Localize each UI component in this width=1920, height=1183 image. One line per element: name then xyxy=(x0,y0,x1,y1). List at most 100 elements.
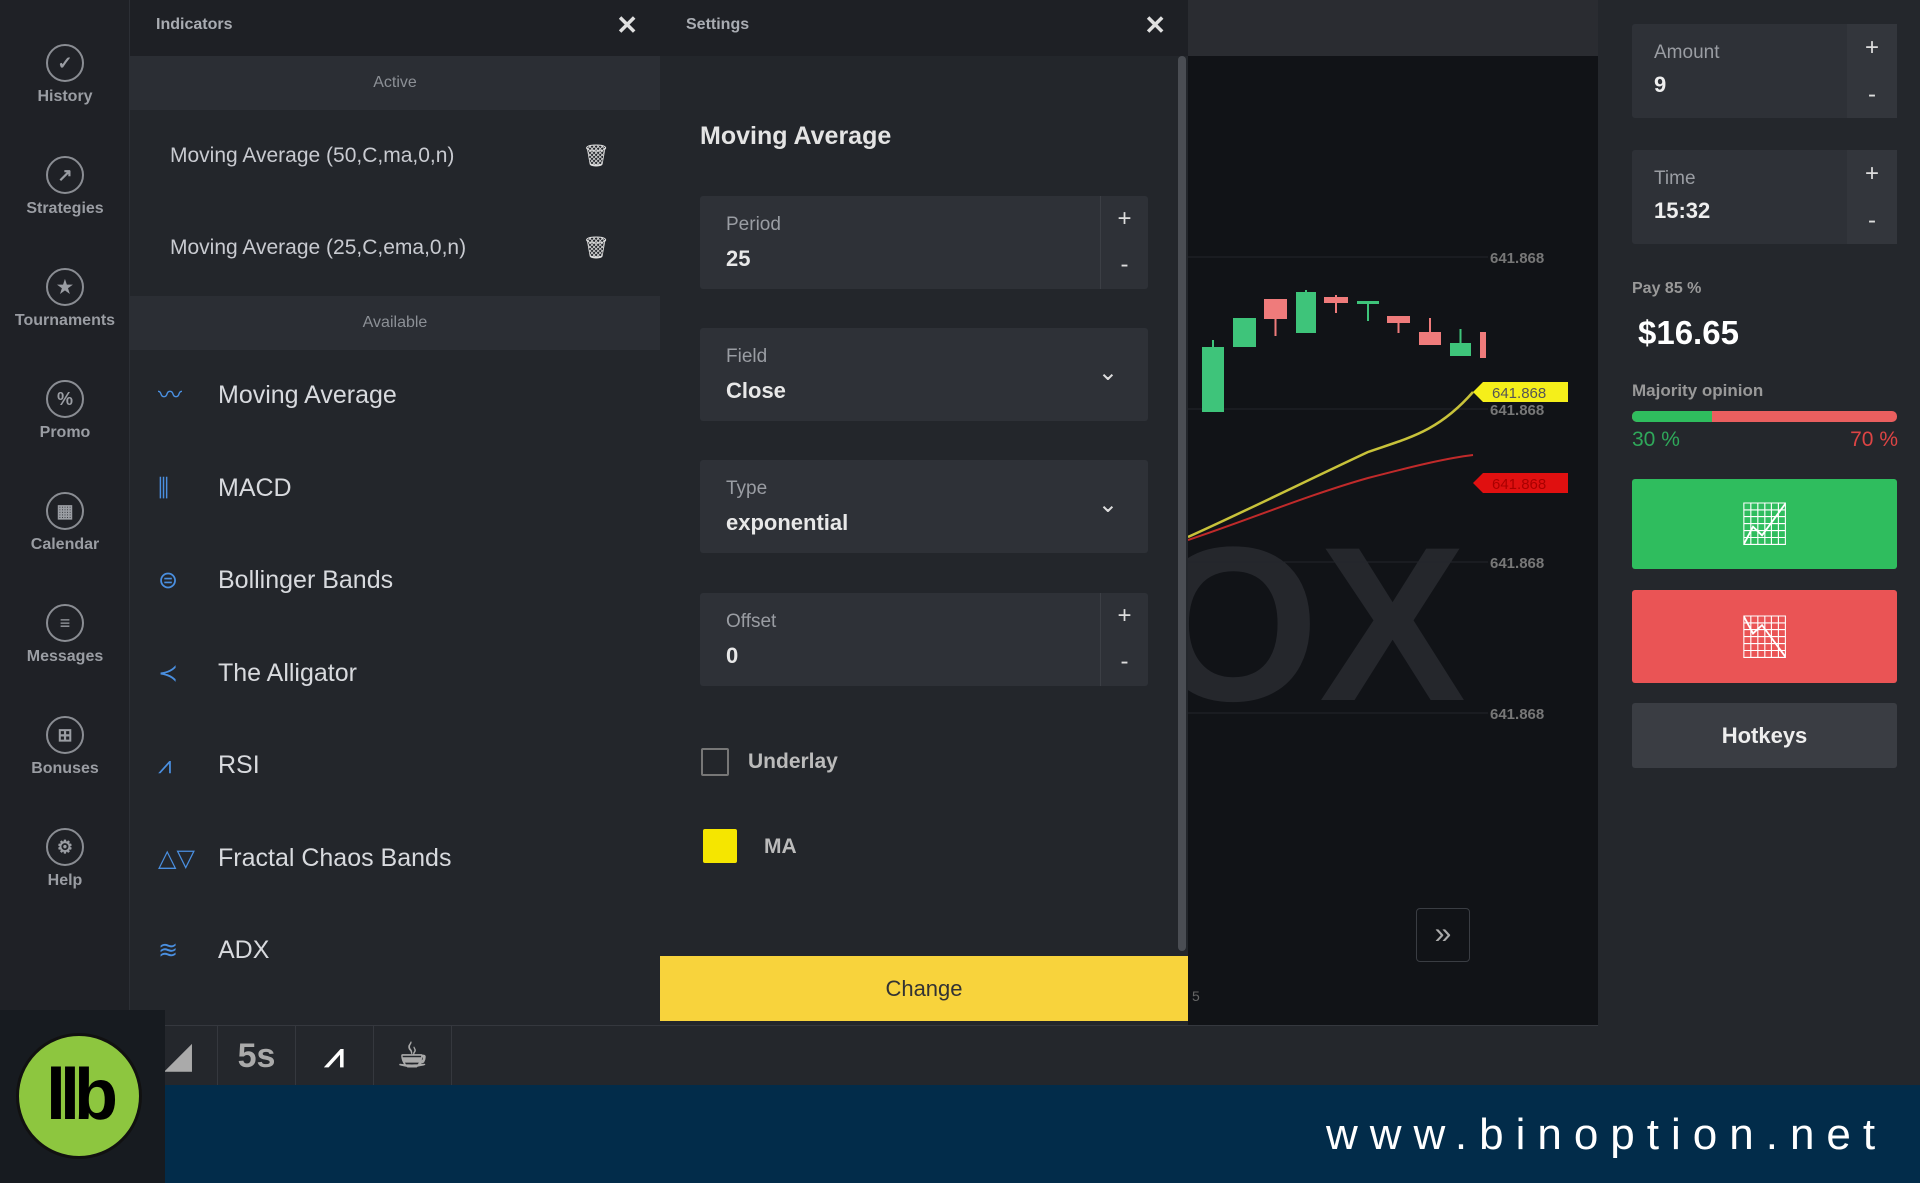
candle-body xyxy=(1387,316,1410,323)
sidebar-item-promo[interactable]: % Promo xyxy=(0,380,130,480)
amount-value[interactable]: 9 xyxy=(1654,72,1666,98)
time-value[interactable]: 15:32 xyxy=(1654,198,1710,224)
plus-button[interactable]: + xyxy=(1101,593,1148,639)
gift-icon: ⊞ xyxy=(46,716,84,754)
available-indicator-label: Bollinger Bands xyxy=(218,566,394,594)
indicators-button[interactable]: ⩘ xyxy=(296,1026,374,1086)
majority-down-text: 70 % xyxy=(1850,428,1898,451)
sidebar-item-messages[interactable]: ≡ Messages xyxy=(0,604,130,704)
trophy-icon: ★ xyxy=(46,268,84,306)
offset-label: Offset xyxy=(726,611,777,632)
plus-button[interactable]: + xyxy=(1847,24,1897,71)
trade-panel: Amount 9 + - Time 15:32 + - Pay 85 % $16.6… xyxy=(1598,0,1920,1085)
available-indicator[interactable]: ≺ The Alligator xyxy=(158,648,357,698)
majority-label: Majority opinion xyxy=(1632,381,1764,400)
drawings-button[interactable]: ☕︎ xyxy=(374,1026,452,1086)
price-chart[interactable]: OX 641.868 641.868 641.868 641.868 641.868 641… xyxy=(1188,0,1598,1025)
sidebar-item-label: Strategies xyxy=(26,200,104,217)
ma-color-swatch[interactable] xyxy=(703,829,737,863)
sidebar-item-tournaments[interactable]: ★ Tournaments xyxy=(0,268,130,368)
time-axis-label: 5 xyxy=(1192,988,1200,1004)
active-indicator-label: Moving Average (25,C,ema,0,n) xyxy=(170,236,467,259)
help-icon: ⚙ xyxy=(46,828,84,866)
put-down-button[interactable]: 📉︎ xyxy=(1632,590,1897,683)
offset-stepper[interactable]: Offset 0 + - xyxy=(700,593,1148,686)
available-indicator[interactable]: 〰 Moving Average xyxy=(158,370,397,420)
type-select[interactable]: Type exponential ⌄ xyxy=(700,460,1148,553)
indicators-title: Indicators xyxy=(156,16,233,33)
type-value: exponential xyxy=(726,510,849,535)
period-controls: + - xyxy=(1100,196,1148,289)
candle-body xyxy=(1264,299,1287,319)
period-stepper[interactable]: Period 25 + - xyxy=(700,196,1148,289)
sidebar-item-bonuses[interactable]: ⊞ Bonuses xyxy=(0,716,130,816)
calendar-icon: ▦ xyxy=(46,492,84,530)
logo-area: llb xyxy=(0,1010,165,1183)
plus-button[interactable]: + xyxy=(1101,196,1148,242)
indicator-icon: ≋ xyxy=(158,937,179,964)
active-indicator-label: Moving Average (50,C,ma,0,n) xyxy=(170,144,455,167)
trash-icon[interactable]: 🗑︎ xyxy=(582,228,610,268)
amount-controls: + - xyxy=(1847,24,1897,118)
time-label: Time xyxy=(1654,168,1696,189)
amount-stepper[interactable]: Amount 9 + - xyxy=(1632,24,1897,118)
available-indicator-label: RSI xyxy=(218,751,260,779)
sidebar-item-history[interactable]: ✓ History xyxy=(0,44,130,144)
active-indicator[interactable]: Moving Average (50,C,ma,0,n) 🗑︎ xyxy=(170,136,620,176)
available-indicator[interactable]: ≋ ADX xyxy=(158,925,269,975)
candle-body xyxy=(1296,292,1316,333)
available-indicator[interactable]: ⫼ MACD xyxy=(158,463,292,513)
active-indicator[interactable]: Moving Average (25,C,ema,0,n) 🗑︎ xyxy=(170,228,620,268)
minus-button[interactable]: - xyxy=(1101,639,1148,685)
amount-label: Amount xyxy=(1654,42,1720,63)
line-chart-icon: ⩘ xyxy=(324,1037,345,1075)
scroll-forward-button[interactable]: » xyxy=(1416,908,1470,962)
period-value[interactable]: 25 xyxy=(726,246,750,272)
field-select[interactable]: Field Close ⌄ xyxy=(700,328,1148,421)
price-axis-label: 641.868 xyxy=(1490,555,1544,572)
candle-body xyxy=(1202,347,1224,412)
trash-icon[interactable]: 🗑︎ xyxy=(582,136,610,176)
candle-body xyxy=(1480,332,1486,358)
sidebar-item-calendar[interactable]: ▦ Calendar xyxy=(0,492,130,592)
offset-value[interactable]: 0 xyxy=(726,643,738,669)
sidebar-item-label: Bonuses xyxy=(31,760,99,777)
chart-up-icon: 📈︎ xyxy=(1737,500,1792,547)
majority-up-text: 30 % xyxy=(1632,428,1680,451)
active-section-header: Active xyxy=(130,56,660,110)
available-indicator[interactable]: ⊜ Bollinger Bands xyxy=(158,555,393,605)
underlay-checkbox[interactable] xyxy=(701,748,729,776)
sidebar-item-label: Promo xyxy=(39,424,91,441)
close-icon[interactable]: ✕ xyxy=(616,10,638,41)
minus-button[interactable]: - xyxy=(1101,242,1148,288)
underlay-label: Underlay xyxy=(748,750,838,773)
trend-icon: ↗ xyxy=(46,156,84,194)
available-indicator-label: The Alligator xyxy=(218,658,357,687)
minus-button[interactable]: - xyxy=(1847,197,1897,244)
scrollbar[interactable] xyxy=(1178,56,1186,951)
sidebar-item-strategies[interactable]: ↗ Strategies xyxy=(0,156,130,256)
change-button[interactable]: Change xyxy=(660,956,1188,1021)
field-value: Close xyxy=(726,378,786,403)
hotkeys-button[interactable]: Hotkeys xyxy=(1632,703,1897,768)
sidebar-item-help[interactable]: ⚙ Help xyxy=(0,828,130,928)
close-icon[interactable]: ✕ xyxy=(1144,10,1166,41)
yellow-price-tag-text: 641.868 xyxy=(1492,385,1546,402)
available-indicator[interactable]: ⩘ RSI xyxy=(158,740,260,790)
call-up-button[interactable]: 📈︎ xyxy=(1632,479,1897,569)
available-indicator[interactable]: △▽ Fractal Chaos Bands xyxy=(158,833,451,883)
watermark-banner: www.binoption.net xyxy=(0,1085,1920,1183)
plus-button[interactable]: + xyxy=(1847,150,1897,197)
area-chart-icon: ◢ xyxy=(165,1037,192,1075)
minus-button[interactable]: - xyxy=(1847,71,1897,118)
chart-down-icon: 📉︎ xyxy=(1737,613,1792,660)
indicator-icon: ⩘ xyxy=(158,752,172,779)
indicator-icon: 〰 xyxy=(158,382,182,409)
timeframe-button[interactable]: 5s xyxy=(218,1026,296,1086)
indicator-icon: ≺ xyxy=(158,659,179,687)
indicator-icon: ⫼ xyxy=(158,474,170,502)
majority-bar-up-fill xyxy=(1632,411,1712,422)
percent-icon: % xyxy=(46,380,84,418)
time-stepper[interactable]: Time 15:32 + - xyxy=(1632,150,1897,244)
settings-panel: Settings ✕ Moving Average Period 25 + - Fi… xyxy=(660,0,1188,1025)
